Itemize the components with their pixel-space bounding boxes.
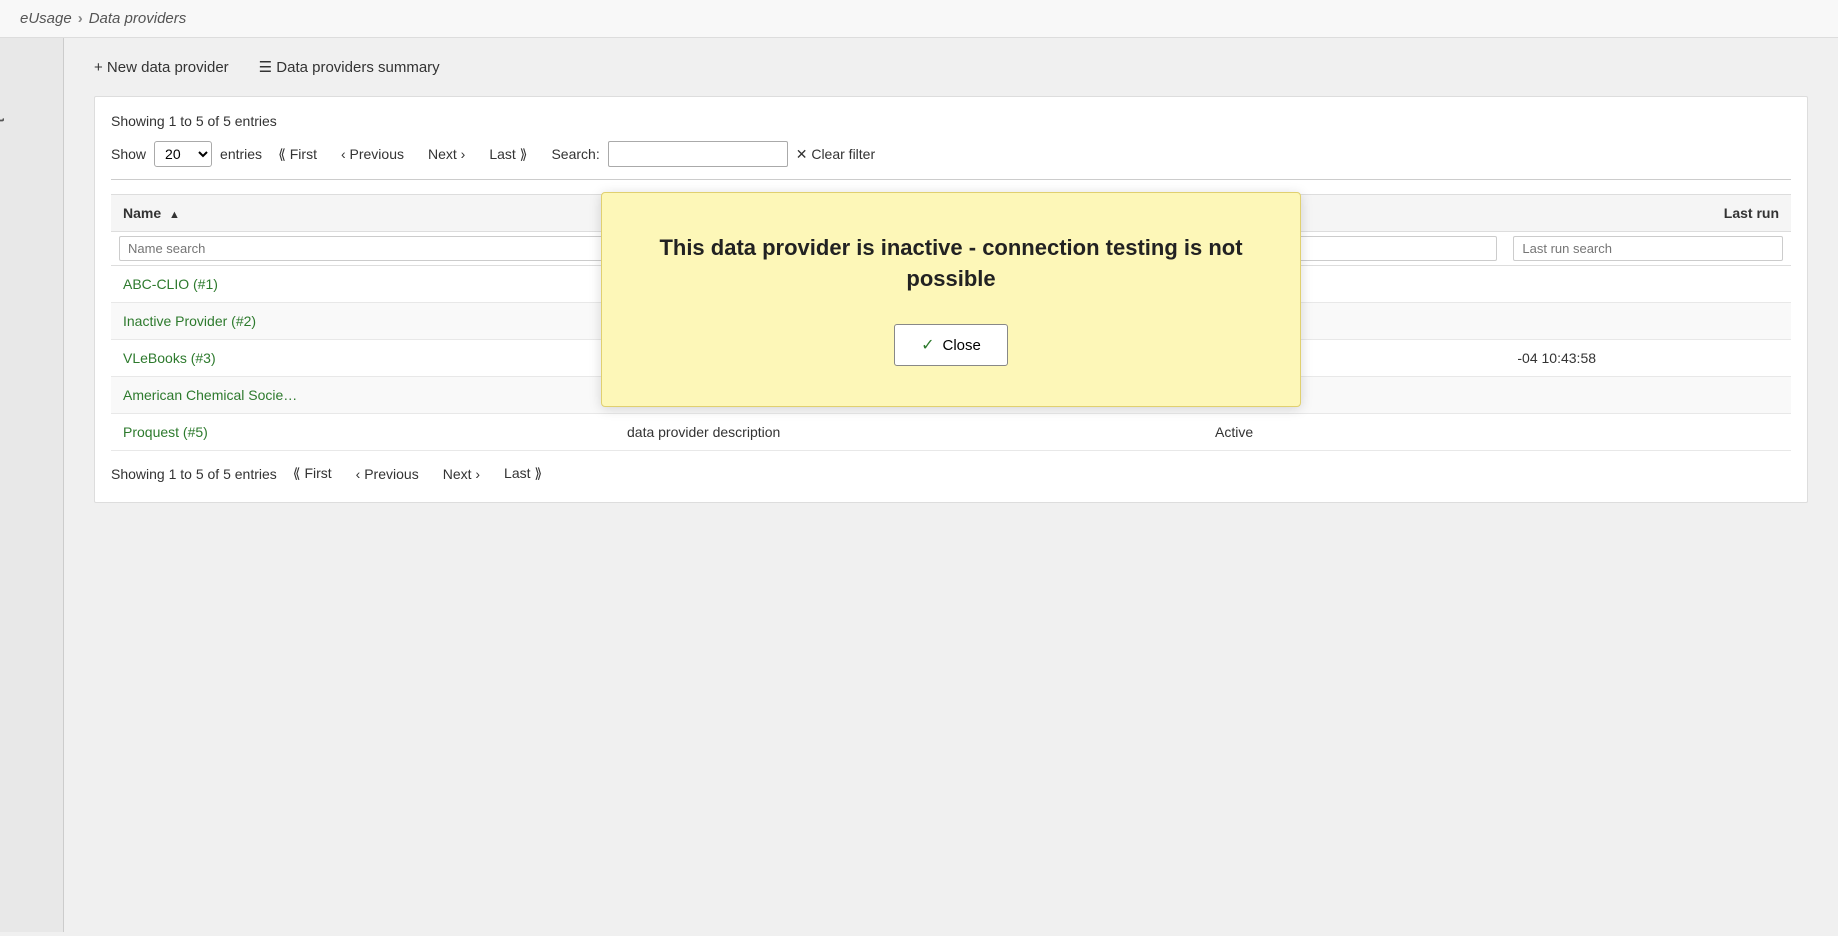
action-bar: + New data provider ☰ Data providers sum… bbox=[94, 58, 1808, 76]
sidebar: t bbox=[0, 38, 64, 932]
col-header-name[interactable]: Name ▲ bbox=[111, 195, 615, 232]
bottom-last-button[interactable]: Last ⟫ bbox=[496, 461, 550, 486]
bottom-first-button[interactable]: ⟪ First bbox=[285, 461, 340, 486]
main-content: + New data provider ☰ Data providers sum… bbox=[64, 38, 1838, 932]
pagination-bar: Show 20 50 100 entries ⟪ First ‹ Previou… bbox=[111, 141, 1791, 180]
showing-text-bottom: Showing 1 to 5 of 5 entries bbox=[111, 466, 277, 482]
showing-text-top: Showing 1 to 5 of 5 entries bbox=[111, 113, 1791, 129]
bottom-bar: Showing 1 to 5 of 5 entries ⟪ First ‹ Pr… bbox=[111, 451, 1791, 486]
modal-box: This data provider is inactive - connect… bbox=[601, 192, 1301, 408]
provider-link-1[interactable]: ABC-CLIO (#1) bbox=[123, 276, 218, 292]
prev-button[interactable]: ‹ Previous bbox=[333, 142, 412, 166]
name-search-input[interactable] bbox=[119, 236, 607, 261]
provider-link-4[interactable]: American Chemical Socie… bbox=[123, 387, 297, 403]
bottom-prev-button[interactable]: ‹ Previous bbox=[348, 462, 427, 486]
next-button[interactable]: Next › bbox=[420, 142, 473, 166]
lastrun-cell-2 bbox=[1505, 303, 1791, 340]
last-button[interactable]: Last ⟫ bbox=[481, 142, 535, 167]
lastrun-cell-5 bbox=[1505, 414, 1791, 451]
provider-link-2[interactable]: Inactive Provider (#2) bbox=[123, 313, 256, 329]
modal-close-label: Close bbox=[943, 337, 981, 354]
status-cell-5: Active bbox=[1203, 414, 1505, 451]
desc-cell-5: data provider description bbox=[615, 414, 1203, 451]
new-provider-button[interactable]: + New data provider bbox=[94, 59, 229, 76]
search-label: Search: bbox=[551, 146, 599, 162]
breadcrumb-bar: eUsage › Data providers bbox=[0, 0, 1838, 38]
page-layout: t + New data provider ☰ Data providers s… bbox=[0, 38, 1838, 932]
modal-close-button[interactable]: ✓ Close bbox=[894, 324, 1008, 366]
lastrun-search-input[interactable] bbox=[1513, 236, 1783, 261]
breadcrumb-current: Data providers bbox=[89, 10, 187, 27]
lastrun-cell-1 bbox=[1505, 266, 1791, 303]
provider-link-3[interactable]: VLeBooks (#3) bbox=[123, 350, 216, 366]
entries-label: entries bbox=[220, 146, 262, 162]
global-search-input[interactable] bbox=[608, 141, 788, 167]
breadcrumb-separator: › bbox=[78, 10, 83, 27]
check-icon: ✓ bbox=[921, 335, 934, 355]
show-select[interactable]: 20 50 100 bbox=[154, 141, 212, 167]
provider-link-5[interactable]: Proquest (#5) bbox=[123, 424, 208, 440]
clear-filter-button[interactable]: ✕ Clear filter bbox=[796, 146, 875, 163]
breadcrumb-home[interactable]: eUsage bbox=[20, 10, 72, 27]
table-row: Proquest (#5) data provider description … bbox=[111, 414, 1791, 451]
table-container: Showing 1 to 5 of 5 entries Show 20 50 1… bbox=[94, 96, 1808, 503]
modal-title: This data provider is inactive - connect… bbox=[652, 233, 1250, 295]
summary-button[interactable]: ☰ Data providers summary bbox=[259, 58, 440, 76]
show-label: Show bbox=[111, 146, 146, 162]
first-button[interactable]: ⟪ First bbox=[270, 142, 325, 167]
bottom-next-button[interactable]: Next › bbox=[435, 462, 488, 486]
lastrun-cell-3: -04 10:43:58 bbox=[1505, 340, 1791, 377]
col-header-lastrun[interactable]: Last run bbox=[1505, 195, 1791, 232]
sidebar-label: t bbox=[0, 118, 7, 122]
lastrun-cell-4 bbox=[1505, 377, 1791, 414]
sort-icon-name: ▲ bbox=[169, 209, 180, 221]
